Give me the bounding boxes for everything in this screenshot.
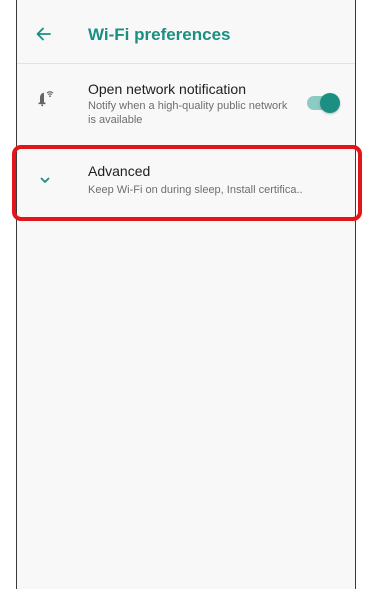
pref-title: Open network notification [88,81,246,97]
open-network-notification-toggle[interactable] [307,93,340,113]
app-bar: Wi-Fi preferences [17,0,355,64]
pref-open-network-notification[interactable]: Open network notification Notify when a … [17,64,355,142]
pref-title: Advanced [88,163,151,179]
chevron-down-icon [34,169,56,191]
pref-summary: Notify when a high-quality public networ… [88,100,288,126]
pref-advanced[interactable]: Advanced Keep Wi-Fi on during sleep, Ins… [17,145,355,215]
settings-screen: Wi-Fi preferences Open network notificat… [16,0,356,589]
arrow-back-icon [36,27,51,41]
back-button[interactable] [31,22,55,46]
pref-summary: Keep Wi-Fi on during sleep, Install cert… [88,184,303,196]
toggle-thumb [320,93,340,113]
wifi-notification-icon [34,87,56,109]
page-title: Wi-Fi preferences [88,25,231,44]
